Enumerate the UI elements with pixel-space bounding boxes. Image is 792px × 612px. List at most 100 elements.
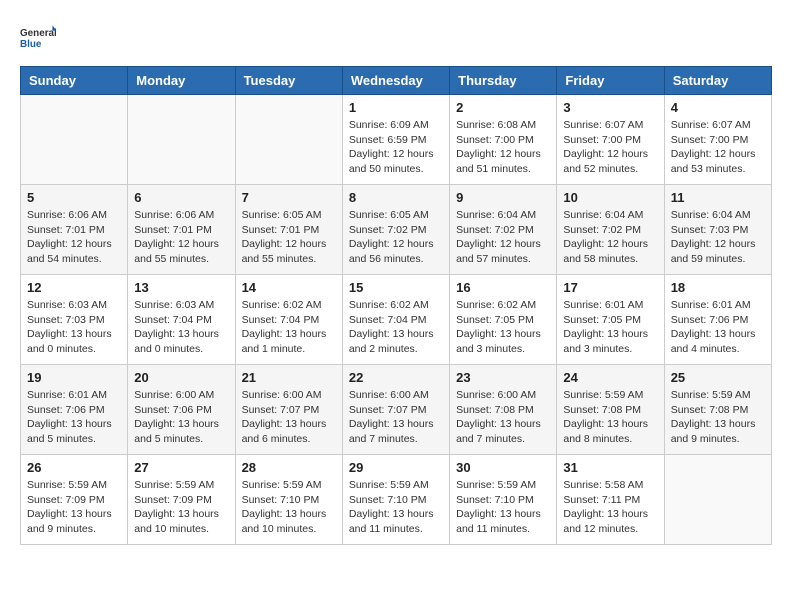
calendar-cell: 9 Sunrise: 6:04 AMSunset: 7:02 PMDaylight… xyxy=(450,185,557,275)
calendar-cell: 4 Sunrise: 6:07 AMSunset: 7:00 PMDaylight… xyxy=(664,95,771,185)
day-info: Sunrise: 6:06 AMSunset: 7:01 PMDaylight:… xyxy=(134,208,228,267)
calendar-cell xyxy=(235,95,342,185)
calendar-cell: 18 Sunrise: 6:01 AMSunset: 7:06 PMDayligh… xyxy=(664,275,771,365)
calendar-cell: 24 Sunrise: 5:59 AMSunset: 7:08 PMDayligh… xyxy=(557,365,664,455)
calendar-cell: 19Sunrise: 6:01 AMSunset: 7:06 PMDayligh… xyxy=(21,365,128,455)
calendar-cell: 3 Sunrise: 6:07 AMSunset: 7:00 PMDaylight… xyxy=(557,95,664,185)
calendar-cell: 5Sunrise: 6:06 AMSunset: 7:01 PMDaylight… xyxy=(21,185,128,275)
calendar-cell: 16Sunrise: 6:02 AMSunset: 7:05 PMDayligh… xyxy=(450,275,557,365)
day-number: 5 xyxy=(27,190,121,205)
svg-text:Blue: Blue xyxy=(20,39,42,50)
calendar-cell: 2Sunrise: 6:08 AMSunset: 7:00 PMDaylight… xyxy=(450,95,557,185)
day-info: Sunrise: 6:08 AMSunset: 7:00 PMDaylight:… xyxy=(456,118,550,177)
day-number: 17 xyxy=(563,280,657,295)
day-info: Sunrise: 6:07 AMSunset: 7:00 PMDaylight:… xyxy=(563,118,657,177)
calendar-cell: 1 Sunrise: 6:09 AMSunset: 6:59 PMDaylight… xyxy=(342,95,449,185)
day-info: Sunrise: 6:03 AMSunset: 7:03 PMDaylight:… xyxy=(27,298,121,357)
calendar-cell: 17 Sunrise: 6:01 AMSunset: 7:05 PMDayligh… xyxy=(557,275,664,365)
calendar-cell: 30 Sunrise: 5:59 AMSunset: 7:10 PMDayligh… xyxy=(450,455,557,545)
week-row-1: 5 Sunrise: 6:06 AMSunset: 7:01 PMDaylight… xyxy=(21,185,772,275)
day-number: 9 xyxy=(456,190,550,205)
day-number: 26 xyxy=(27,460,121,475)
day-number: 10 xyxy=(563,190,657,205)
day-info: Sunrise: 6:01 AMSunset: 7:05 PMDaylight:… xyxy=(563,298,657,357)
week-row-0: 1 Sunrise: 6:09 AMSunset: 6:59 PMDaylight… xyxy=(21,95,772,185)
calendar-cell: 23 Sunrise: 6:00 AMSunset: 7:08 PMDayligh… xyxy=(450,365,557,455)
day-info: Sunrise: 6:00 AMSunset: 7:08 PMDaylight:… xyxy=(456,388,550,447)
day-info: Sunrise: 5:59 AMSunset: 7:10 PMDaylight:… xyxy=(349,478,443,537)
day-info: Sunrise: 6:05 AMSunset: 7:02 PMDaylight:… xyxy=(349,208,443,267)
weekday-thursday: Thursday xyxy=(450,67,557,95)
day-number: 3 xyxy=(563,100,657,115)
day-info: Sunrise: 6:04 AMSunset: 7:02 PMDaylight:… xyxy=(456,208,550,267)
day-number: 29 xyxy=(349,460,443,475)
day-info: Sunrise: 6:00 AMSunset: 7:07 PMDaylight:… xyxy=(242,388,336,447)
day-info: Sunrise: 6:00 AMSunset: 7:07 PMDaylight:… xyxy=(349,388,443,447)
calendar-cell: 25 Sunrise: 5:59 AMSunset: 7:08 PMDayligh… xyxy=(664,365,771,455)
day-number: 30 xyxy=(456,460,550,475)
day-number: 28 xyxy=(242,460,336,475)
calendar-cell: 28Sunrise: 5:59 AMSunset: 7:10 PMDayligh… xyxy=(235,455,342,545)
calendar-cell: 8 Sunrise: 6:05 AMSunset: 7:02 PMDaylight… xyxy=(342,185,449,275)
calendar-cell: 20Sunrise: 6:00 AMSunset: 7:06 PMDayligh… xyxy=(128,365,235,455)
day-number: 1 xyxy=(349,100,443,115)
weekday-tuesday: Tuesday xyxy=(235,67,342,95)
day-info: Sunrise: 6:09 AMSunset: 6:59 PMDaylight:… xyxy=(349,118,443,177)
day-number: 19 xyxy=(27,370,121,385)
day-info: Sunrise: 5:59 AMSunset: 7:08 PMDaylight:… xyxy=(671,388,765,447)
day-number: 11 xyxy=(671,190,765,205)
day-number: 22 xyxy=(349,370,443,385)
day-info: Sunrise: 5:59 AMSunset: 7:08 PMDaylight:… xyxy=(563,388,657,447)
calendar-cell: 14Sunrise: 6:02 AMSunset: 7:04 PMDayligh… xyxy=(235,275,342,365)
calendar-header: SundayMondayTuesdayWednesdayThursdayFrid… xyxy=(21,67,772,95)
day-info: Sunrise: 6:02 AMSunset: 7:04 PMDaylight:… xyxy=(349,298,443,357)
day-number: 7 xyxy=(242,190,336,205)
calendar-table: SundayMondayTuesdayWednesdayThursdayFrid… xyxy=(20,66,772,545)
calendar-cell xyxy=(21,95,128,185)
weekday-sunday: Sunday xyxy=(21,67,128,95)
day-number: 21 xyxy=(242,370,336,385)
day-info: Sunrise: 6:01 AMSunset: 7:06 PMDaylight:… xyxy=(671,298,765,357)
calendar-body: 1 Sunrise: 6:09 AMSunset: 6:59 PMDaylight… xyxy=(21,95,772,545)
day-number: 8 xyxy=(349,190,443,205)
day-number: 6 xyxy=(134,190,228,205)
day-info: Sunrise: 6:05 AMSunset: 7:01 PMDaylight:… xyxy=(242,208,336,267)
day-number: 20 xyxy=(134,370,228,385)
week-row-3: 19Sunrise: 6:01 AMSunset: 7:06 PMDayligh… xyxy=(21,365,772,455)
logo: General Blue xyxy=(20,20,56,56)
calendar-cell: 6 Sunrise: 6:06 AMSunset: 7:01 PMDaylight… xyxy=(128,185,235,275)
day-number: 18 xyxy=(671,280,765,295)
day-number: 25 xyxy=(671,370,765,385)
week-row-2: 12 Sunrise: 6:03 AMSunset: 7:03 PMDayligh… xyxy=(21,275,772,365)
weekday-monday: Monday xyxy=(128,67,235,95)
svg-text:General: General xyxy=(20,28,56,39)
calendar-cell: 27Sunrise: 5:59 AMSunset: 7:09 PMDayligh… xyxy=(128,455,235,545)
calendar-cell xyxy=(128,95,235,185)
day-info: Sunrise: 6:04 AMSunset: 7:02 PMDaylight:… xyxy=(563,208,657,267)
page-header: General Blue xyxy=(20,20,772,56)
calendar-cell: 12 Sunrise: 6:03 AMSunset: 7:03 PMDayligh… xyxy=(21,275,128,365)
day-number: 23 xyxy=(456,370,550,385)
day-number: 24 xyxy=(563,370,657,385)
calendar-cell: 11 Sunrise: 6:04 AMSunset: 7:03 PMDayligh… xyxy=(664,185,771,275)
day-number: 12 xyxy=(27,280,121,295)
calendar-cell: 26Sunrise: 5:59 AMSunset: 7:09 PMDayligh… xyxy=(21,455,128,545)
day-number: 14 xyxy=(242,280,336,295)
weekday-wednesday: Wednesday xyxy=(342,67,449,95)
calendar-cell xyxy=(664,455,771,545)
logo-svg: General Blue xyxy=(20,20,56,56)
calendar-cell: 21 Sunrise: 6:00 AMSunset: 7:07 PMDayligh… xyxy=(235,365,342,455)
weekday-friday: Friday xyxy=(557,67,664,95)
day-info: Sunrise: 6:07 AMSunset: 7:00 PMDaylight:… xyxy=(671,118,765,177)
calendar-cell: 22 Sunrise: 6:00 AMSunset: 7:07 PMDayligh… xyxy=(342,365,449,455)
day-number: 4 xyxy=(671,100,765,115)
calendar-cell: 15 Sunrise: 6:02 AMSunset: 7:04 PMDayligh… xyxy=(342,275,449,365)
day-info: Sunrise: 6:02 AMSunset: 7:05 PMDaylight:… xyxy=(456,298,550,357)
day-number: 15 xyxy=(349,280,443,295)
day-number: 27 xyxy=(134,460,228,475)
day-info: Sunrise: 6:04 AMSunset: 7:03 PMDaylight:… xyxy=(671,208,765,267)
day-number: 13 xyxy=(134,280,228,295)
day-info: Sunrise: 5:58 AMSunset: 7:11 PMDaylight:… xyxy=(563,478,657,537)
day-info: Sunrise: 5:59 AMSunset: 7:10 PMDaylight:… xyxy=(456,478,550,537)
calendar-cell: 7 Sunrise: 6:05 AMSunset: 7:01 PMDaylight… xyxy=(235,185,342,275)
